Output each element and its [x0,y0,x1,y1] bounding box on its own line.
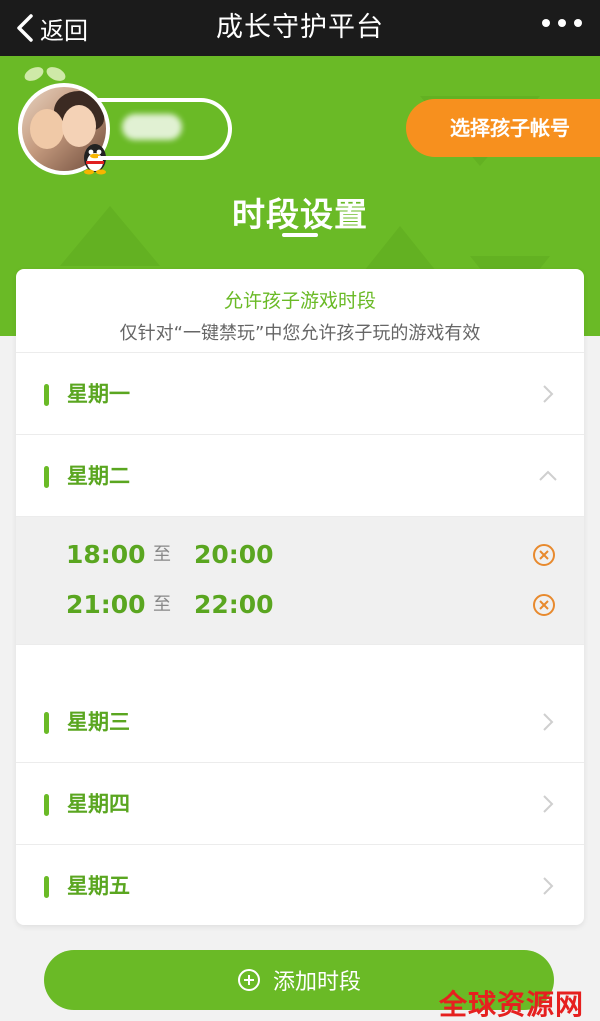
add-circle-icon [237,969,260,991]
chevron-right-icon [543,385,554,403]
watermark: 全球资源网 [438,988,584,1021]
select-child-account-button[interactable]: 选择孩子帐号 [406,99,600,157]
nav-bar: 返回 成长守护平台 [0,0,600,56]
time-settings-card: 允许孩子游戏时段 仅针对“一键禁玩”中您允许孩子玩的游戏有效 星期一 星期二 1… [16,269,584,925]
slot-end-time[interactable]: 20:00 [194,535,274,575]
day-label: 星期四 [67,792,130,816]
day-label: 星期三 [67,710,130,734]
day-label: 星期五 [67,874,130,898]
delete-slot-icon[interactable] [532,593,556,617]
day-row-wednesday[interactable]: 星期三 [16,681,584,763]
card-header: 允许孩子游戏时段 仅针对“一键禁玩”中您允许孩子玩的游戏有效 [16,269,584,353]
delete-slot-icon[interactable] [532,543,556,567]
slot-start-time[interactable]: 21:00 [66,585,146,625]
more-dot-icon [542,19,550,27]
nav-title: 成长守护平台 [216,12,384,43]
slot-end-time[interactable]: 22:00 [194,585,274,625]
chevron-right-icon [543,795,554,813]
card-subheading: 仅针对“一键禁玩”中您允许孩子玩的游戏有效 [119,323,481,344]
slot-separator: 至 [153,594,171,615]
tuesday-time-slots: 18:00 至 20:00 21:00 至 22:00 [16,517,584,645]
time-slot: 21:00 至 22:00 [16,585,584,625]
day-label: 星期一 [67,382,130,406]
chevron-right-icon [543,877,554,895]
chevron-right-icon [543,713,554,731]
child-name-blurred [122,114,182,140]
more-dot-icon [558,19,566,27]
day-indicator [44,794,49,816]
slot-separator: 至 [153,544,171,565]
day-label: 星期二 [67,464,130,488]
chevron-up-icon [539,470,557,481]
day-indicator [44,712,49,734]
add-time-slot-label: 添加时段 [272,970,361,995]
day-row-thursday[interactable]: 星期四 [16,763,584,845]
more-dot-icon [574,19,582,27]
title-underline [282,233,318,237]
day-row-tuesday[interactable]: 星期二 [16,435,584,517]
day-row-monday[interactable]: 星期一 [16,353,584,435]
day-indicator [44,384,49,406]
time-slot: 18:00 至 20:00 [16,535,584,575]
day-indicator [44,466,49,488]
day-row-friday[interactable]: 星期五 [16,845,584,925]
slot-start-time[interactable]: 18:00 [66,535,146,575]
card-heading: 允许孩子游戏时段 [223,290,376,312]
day-indicator [44,876,49,898]
page-title: 时段设置 [232,195,368,234]
more-options-button[interactable] [542,19,582,27]
